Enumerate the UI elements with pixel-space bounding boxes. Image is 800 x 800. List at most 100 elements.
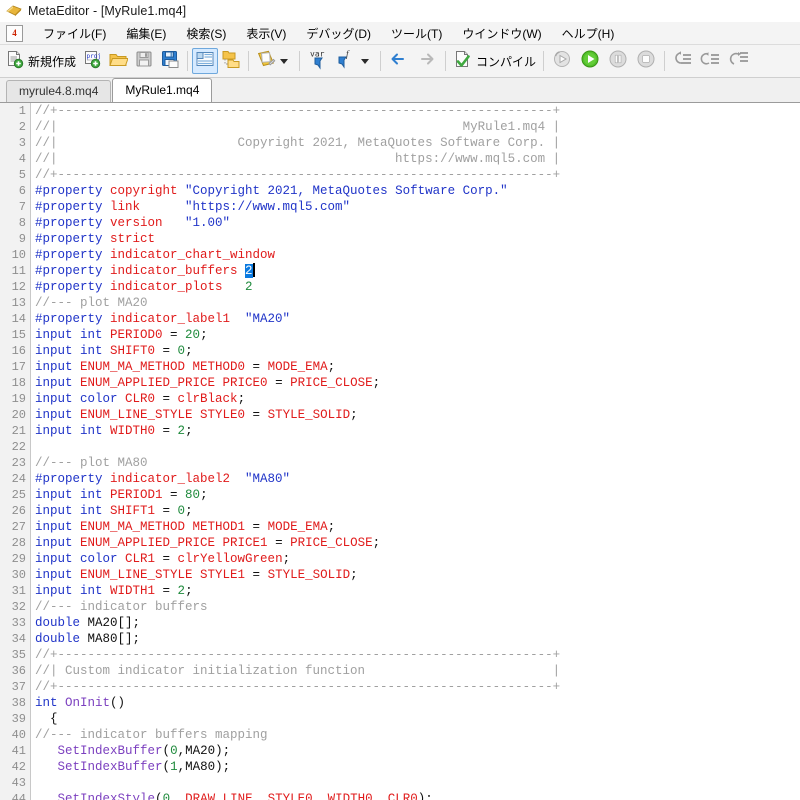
- tab-myrule1[interactable]: MyRule1.mq4: [112, 78, 213, 102]
- code-text-area[interactable]: //+-------------------------------------…: [31, 103, 800, 800]
- step-into-button[interactable]: [669, 48, 697, 74]
- style-dropdown-caret[interactable]: [280, 58, 289, 64]
- menu-item-view[interactable]: 表示(V): [236, 23, 296, 44]
- code-line[interactable]: //+-------------------------------------…: [31, 167, 800, 183]
- add-watch-var-button[interactable]: var: [304, 48, 332, 74]
- code-line[interactable]: //--- indicator buffers: [31, 599, 800, 615]
- code-editor[interactable]: 1 2 3 4 5 6 7 8 9 10 11 12 13 14 15 16 17 18 19 20 21 22 23 24 2…: [0, 103, 800, 800]
- code-token: );: [417, 792, 433, 800]
- code-line[interactable]: SetIndexStyle(0, DRAW_LINE, STYLE0, WIDT…: [31, 791, 800, 800]
- code-token: (): [110, 696, 126, 710]
- code-line[interactable]: //--- indicator buffers mapping: [31, 727, 800, 743]
- code-token: =: [162, 392, 178, 406]
- code-line[interactable]: SetIndexBuffer(1,MA80);: [31, 759, 800, 775]
- code-line[interactable]: input int PERIOD0 = 20;: [31, 327, 800, 343]
- code-line[interactable]: input ENUM_APPLIED_PRICE PRICE0 = PRICE_…: [31, 375, 800, 391]
- code-line[interactable]: #property indicator_label2 "MA80": [31, 471, 800, 487]
- line-number: 32: [11, 600, 26, 614]
- code-line[interactable]: SetIndexBuffer(0,MA20);: [31, 743, 800, 759]
- code-line[interactable]: //+-------------------------------------…: [31, 679, 800, 695]
- debug-stop-icon: [635, 48, 657, 75]
- save-all-button[interactable]: [157, 48, 183, 74]
- code-line[interactable]: #property indicator_plots 2: [31, 279, 800, 295]
- open-file-button[interactable]: [105, 48, 131, 74]
- code-line[interactable]: input ENUM_LINE_STYLE STYLE0 = STYLE_SOL…: [31, 407, 800, 423]
- code-line[interactable]: {: [31, 711, 800, 727]
- toolbar-separator: [543, 51, 545, 71]
- code-line[interactable]: input ENUM_MA_METHOD METHOD1 = MODE_EMA;: [31, 519, 800, 535]
- code-line[interactable]: input ENUM_MA_METHOD METHOD0 = MODE_EMA;: [31, 359, 800, 375]
- compile-button[interactable]: コンパイル: [450, 48, 539, 74]
- compile-label: コンパイル: [476, 54, 537, 69]
- code-token: "MA80": [245, 472, 291, 486]
- code-line[interactable]: #property indicator_buffers 2: [31, 263, 800, 279]
- code-line[interactable]: #property copyright "Copyright 2021, Met…: [31, 183, 800, 199]
- toggle-navigator-button[interactable]: [192, 48, 219, 74]
- code-token: #property: [35, 280, 111, 294]
- code-line[interactable]: //| Copyright 2021, MetaQuotes Software …: [31, 135, 800, 151]
- code-line[interactable]: //+-------------------------------------…: [31, 103, 800, 119]
- code-token: 2: [177, 424, 186, 438]
- code-line[interactable]: //| https://www.mql5.com |: [31, 151, 800, 167]
- debug-pause-button[interactable]: [604, 48, 632, 74]
- menu-item-tools[interactable]: ツール(T): [381, 23, 452, 44]
- code-line[interactable]: #property indicator_label1 "MA20": [31, 311, 800, 327]
- menu-item-window[interactable]: ウインドウ(W): [452, 23, 551, 44]
- line-number: 28: [11, 536, 26, 550]
- step-over-icon: [700, 48, 722, 75]
- save-file-button[interactable]: [131, 48, 157, 74]
- new-project-button[interactable]: proj: [79, 48, 105, 74]
- code-line[interactable]: #property strict: [31, 231, 800, 247]
- code-token: (: [155, 792, 163, 800]
- line-number: 11: [11, 264, 26, 278]
- debug-start-button[interactable]: [576, 48, 604, 74]
- navigate-forward-button[interactable]: [413, 48, 441, 74]
- code-line[interactable]: input int WIDTH1 = 2;: [31, 583, 800, 599]
- code-line[interactable]: //--- plot MA20: [31, 295, 800, 311]
- code-line[interactable]: double MA80[];: [31, 631, 800, 647]
- code-line[interactable]: int OnInit(): [31, 695, 800, 711]
- code-line[interactable]: //| MyRule1.mq4 |: [31, 119, 800, 135]
- code-token: OnInit: [65, 696, 111, 710]
- function-dropdown-caret[interactable]: [361, 58, 370, 64]
- debug-restart-button[interactable]: [548, 48, 576, 74]
- menu-item-debug[interactable]: デバッグ(D): [296, 23, 381, 44]
- code-line[interactable]: [31, 439, 800, 455]
- code-token: CLR1: [125, 552, 163, 566]
- menu-item-search[interactable]: 検索(S): [176, 23, 236, 44]
- code-line[interactable]: #property version "1.00": [31, 215, 800, 231]
- code-line[interactable]: input int PERIOD1 = 80;: [31, 487, 800, 503]
- code-token: 0: [162, 792, 171, 800]
- style-settings-button[interactable]: [253, 48, 295, 74]
- code-line[interactable]: input int SHIFT0 = 0;: [31, 343, 800, 359]
- code-line[interactable]: double MA20[];: [31, 615, 800, 631]
- tab-myrule48[interactable]: myrule4.8.mq4: [6, 80, 112, 102]
- code-line[interactable]: //| Custom indicator initialization func…: [31, 663, 800, 679]
- add-watch-func-button[interactable]: f: [332, 48, 376, 74]
- code-line[interactable]: input int WIDTH0 = 2;: [31, 423, 800, 439]
- debug-stop-button[interactable]: [632, 48, 660, 74]
- new-file-button[interactable]: 新規作成: [2, 48, 79, 74]
- line-number: 16: [11, 344, 26, 358]
- code-line[interactable]: #property link "https://www.mql5.com": [31, 199, 800, 215]
- menu-item-file[interactable]: ファイル(F): [33, 23, 116, 44]
- code-line[interactable]: input color CLR1 = clrYellowGreen;: [31, 551, 800, 567]
- window-title: MetaEditor - [MyRule1.mq4]: [28, 4, 187, 18]
- toggle-toolbox-button[interactable]: [218, 48, 244, 74]
- menu-item-help[interactable]: ヘルプ(H): [552, 23, 625, 44]
- code-line[interactable]: input ENUM_LINE_STYLE STYLE1 = STYLE_SOL…: [31, 567, 800, 583]
- code-token: clrBlack: [177, 392, 238, 406]
- code-line[interactable]: input int SHIFT1 = 0;: [31, 503, 800, 519]
- code-line[interactable]: //+-------------------------------------…: [31, 647, 800, 663]
- code-line[interactable]: input ENUM_APPLIED_PRICE PRICE1 = PRICE_…: [31, 535, 800, 551]
- code-line[interactable]: input color CLR0 = clrBlack;: [31, 391, 800, 407]
- step-out-button[interactable]: [725, 48, 753, 74]
- code-token: ENUM_LINE_STYLE STYLE0: [80, 408, 253, 422]
- menu-item-edit[interactable]: 編集(E): [116, 23, 176, 44]
- code-line[interactable]: [31, 775, 800, 791]
- code-line[interactable]: //--- plot MA80: [31, 455, 800, 471]
- navigate-back-button[interactable]: [385, 48, 413, 74]
- step-over-button[interactable]: [697, 48, 725, 74]
- code-line[interactable]: #property indicator_chart_window: [31, 247, 800, 263]
